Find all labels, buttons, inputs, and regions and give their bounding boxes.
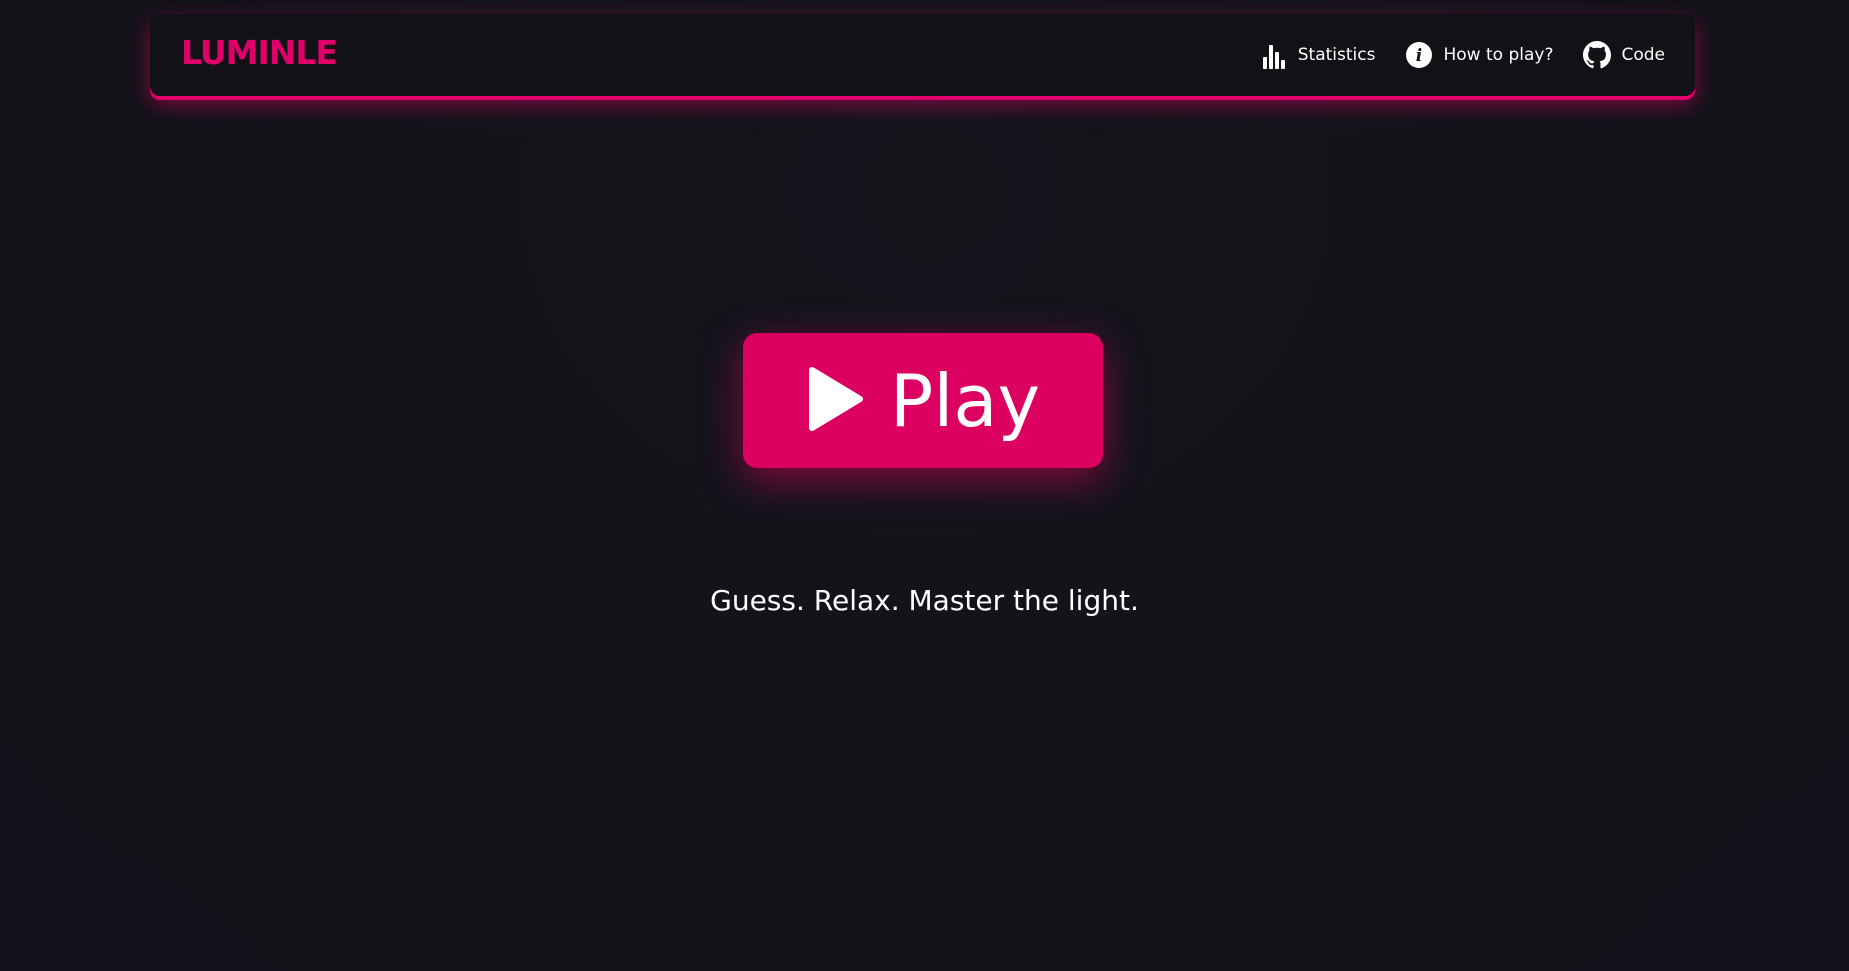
play-label: Play [889,358,1041,443]
play-icon [806,366,864,436]
info-icon: i [1405,41,1433,69]
page: LUMINLE Statistics i How to play? Code P… [0,0,1849,971]
header: LUMINLE Statistics i How to play? Code [150,14,1695,96]
nav: Statistics i How to play? Code [1260,14,1665,96]
svg-text:i: i [1416,46,1422,66]
github-icon [1583,41,1612,69]
nav-how-to-play-label: How to play? [1443,45,1554,65]
nav-statistics-label: Statistics [1297,45,1376,65]
logo[interactable]: LUMINLE [181,36,338,69]
nav-statistics[interactable]: Statistics [1260,41,1376,69]
tagline: Guess. Relax. Master the light. [710,584,1139,617]
nav-code[interactable]: Code [1583,41,1665,69]
nav-code-label: Code [1621,45,1665,65]
play-button[interactable]: Play [743,333,1103,468]
nav-how-to-play[interactable]: i How to play? [1405,41,1553,69]
bar-chart-icon [1260,41,1288,69]
